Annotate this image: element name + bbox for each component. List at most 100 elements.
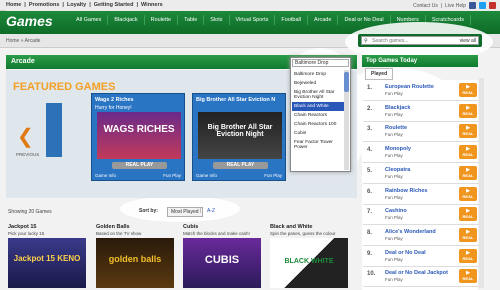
top-game-name[interactable]: Monopoly (385, 146, 411, 152)
card-image[interactable]: Big Brother All Star Eviction Night (198, 112, 282, 159)
breadcrumb[interactable]: Home » Arcade (6, 38, 40, 44)
dropdown-option[interactable]: Cubis (292, 129, 344, 138)
top-game-row[interactable]: 6. Rainbow Riches Fun Play ▶ REAL (363, 185, 479, 205)
tab-played[interactable]: Played (365, 68, 394, 80)
nav-blackjack[interactable]: Blackjack (108, 15, 145, 25)
nav-slots[interactable]: Slots (204, 15, 230, 25)
real-label: REAL (462, 214, 474, 220)
game-info-link[interactable]: Game Info (95, 173, 116, 178)
card-image[interactable]: WAGS RICHES (97, 112, 181, 159)
top-game-name[interactable]: Rainbow Riches (385, 188, 427, 194)
fun-play-link[interactable]: Fun Play (385, 195, 403, 200)
dropdown-option[interactable]: Bejeweled (292, 79, 344, 88)
top-game-row[interactable]: 7. Cashino Fun Play ▶ REAL (363, 205, 479, 226)
game-dropdown[interactable]: Baltimore Drop Baltimore Drop Bejeweled … (290, 57, 351, 172)
game-tile-cubis[interactable]: Cubis Match the blocks and make cash! CU… (183, 224, 263, 288)
game-name[interactable]: Jackpot 15 (8, 224, 36, 230)
real-label: REAL (462, 172, 474, 178)
sort-a-z[interactable]: A-Z (207, 208, 215, 214)
real-play-button[interactable]: ▶ REAL (459, 269, 477, 284)
top-game-name[interactable]: Deal or No Deal (385, 250, 426, 256)
dropdown-option[interactable]: Chain Reactors 100 (292, 120, 344, 129)
top-game-name[interactable]: Alice's Wonderland (385, 229, 436, 235)
fun-play-link[interactable]: Fun Play (385, 112, 403, 117)
games-logo[interactable]: Games (6, 13, 53, 29)
dropdown-option[interactable]: Big Brother All Star Eviction Night (292, 88, 344, 102)
real-play-button[interactable]: ▶ REAL (459, 186, 477, 201)
nav-virtual-sports[interactable]: Virtual Sports (230, 15, 276, 25)
game-name[interactable]: Black and White (270, 224, 312, 230)
top-game-row[interactable]: 3. Roulette Fun Play ▶ REAL (363, 122, 479, 143)
fun-play-link[interactable]: Fun Play (385, 174, 403, 179)
real-play-button[interactable]: ▶ REAL (459, 227, 477, 242)
fun-play-link[interactable]: Fun Play (264, 173, 282, 178)
twitter-icon[interactable] (479, 2, 486, 9)
dropdown-option-highlighted[interactable]: Black and White (292, 102, 344, 111)
top-game-name[interactable]: Cashino (385, 208, 407, 214)
game-tile-jackpot-15[interactable]: Jackpot 15 Pick your lucky 15 Jackpot 15… (8, 224, 88, 288)
fun-play-link[interactable]: Fun Play (163, 173, 181, 178)
fun-play-link[interactable]: Fun Play (385, 277, 403, 282)
fun-play-link[interactable]: Fun Play (385, 132, 403, 137)
featured-card-wags[interactable]: Wags 2 Riches Hurry for Honey! WAGS RICH… (91, 93, 185, 181)
real-play-button[interactable]: ▶ REAL (459, 248, 477, 263)
contact-us-link[interactable]: Contact Us (413, 3, 438, 9)
dropdown-scroll-thumb[interactable] (344, 72, 349, 92)
top-game-row[interactable]: 10. Deal or No Deal Jackpot Fun Play ▶ REAL (363, 267, 479, 288)
facebook-icon[interactable] (469, 2, 476, 9)
top-game-name[interactable]: Cleopatra (385, 167, 410, 173)
carousel-thumbnails[interactable] (46, 103, 62, 157)
top-game-row[interactable]: 2. Blackjack Fun Play ▶ REAL (363, 102, 479, 122)
real-play-button[interactable]: ▶ REAL (459, 83, 477, 97)
top-game-name[interactable]: Deal or No Deal Jackpot (385, 270, 448, 276)
top-game-row[interactable]: 8. Alice's Wonderland Fun Play ▶ REAL (363, 226, 479, 246)
nav-football[interactable]: Football (275, 15, 308, 25)
nav-arcade[interactable]: Arcade (308, 15, 339, 25)
top-game-row[interactable]: 5. Cleopatra Fun Play ▶ REAL (363, 164, 479, 184)
fun-play-link[interactable]: Fun Play (385, 153, 403, 158)
dropdown-selected[interactable]: Baltimore Drop (292, 59, 349, 67)
real-label: REAL (462, 234, 474, 240)
page-scrollbar[interactable] (479, 78, 484, 288)
game-info-link[interactable]: Game Info (196, 173, 217, 178)
top-game-row[interactable]: 1. European Roulette Fun Play ▶ REAL (363, 81, 479, 101)
game-name[interactable]: Cubis (183, 224, 198, 230)
fun-play-link[interactable]: Fun Play (385, 91, 403, 96)
featured-card-big-brother[interactable]: Big Brother All Star Eviction N Big Brot… (192, 93, 286, 181)
real-play-button[interactable]: ▶ REAL (459, 165, 477, 180)
top-game-name[interactable]: Roulette (385, 125, 407, 131)
dropdown-option[interactable]: Chain Reactors (292, 111, 344, 120)
game-name[interactable]: Golden Balls (96, 224, 130, 230)
live-help-link[interactable]: Live Help (445, 3, 466, 9)
game-thumbnail[interactable]: golden balls (96, 238, 174, 288)
real-play-button[interactable]: ▶ REAL (459, 207, 477, 222)
previous-arrow-icon[interactable]: ❮ (17, 124, 34, 149)
fun-play-link[interactable]: Fun Play (385, 236, 403, 241)
top-game-name[interactable]: Blackjack (385, 105, 410, 111)
fun-play-link[interactable]: Fun Play (385, 215, 403, 220)
view-all-button[interactable]: view all (460, 38, 476, 44)
youtube-icon[interactable] (489, 2, 496, 9)
nav-all-games[interactable]: All Games (70, 15, 109, 25)
game-tile-black-and-white[interactable]: Black and White Spin the panes, guess th… (270, 224, 350, 288)
nav-table[interactable]: Table (178, 15, 205, 25)
game-thumbnail[interactable]: Jackpot 15 KENO (8, 238, 86, 288)
previous-label[interactable]: PREVIOUS (16, 152, 39, 157)
game-tile-golden-balls[interactable]: Golden Balls Based on the TV show golden… (96, 224, 176, 288)
fun-play-link[interactable]: Fun Play (385, 257, 403, 262)
top-game-name[interactable]: European Roulette (385, 84, 434, 90)
real-play-button[interactable]: ▶ REAL (459, 124, 477, 139)
dropdown-option[interactable]: Baltimore Drop (292, 70, 344, 79)
real-play-button[interactable]: ▶ REAL (459, 103, 477, 118)
sort-most-played[interactable]: Most Played (167, 207, 203, 217)
dropdown-option[interactable]: Fear Factor Tower Power (292, 138, 344, 152)
real-play-button[interactable]: ▶ REAL (459, 145, 477, 160)
game-thumbnail[interactable]: CUBIS (183, 238, 261, 288)
real-play-button[interactable]: REAL PLAY (213, 162, 268, 169)
top-game-row[interactable]: 9. Deal or No Deal Fun Play ▶ REAL (363, 247, 479, 267)
real-play-button[interactable]: REAL PLAY (112, 162, 167, 169)
game-thumbnail[interactable]: BLACK WHITE (270, 238, 348, 288)
nav-roulette[interactable]: Roulette (145, 15, 179, 25)
top-game-row[interactable]: 4. Monopoly Fun Play ▶ REAL (363, 143, 479, 164)
rank-number: 3. (367, 126, 373, 133)
